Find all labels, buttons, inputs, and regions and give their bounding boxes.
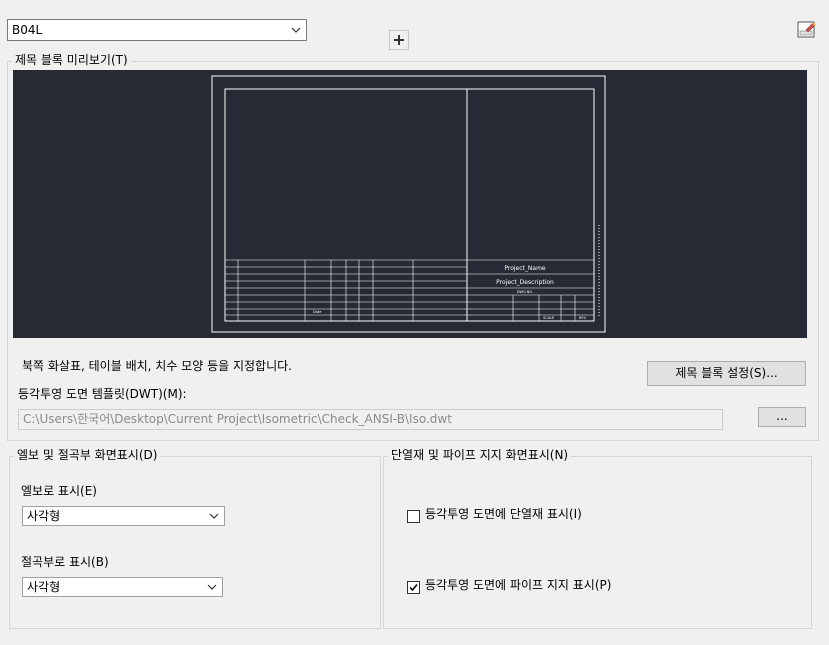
edit-title-block-button[interactable] bbox=[796, 20, 818, 40]
preview-group-title: 제목 블록 미리보기(T) bbox=[12, 53, 131, 67]
insulation-group bbox=[383, 456, 812, 629]
title-block-select[interactable]: B04L bbox=[7, 19, 307, 41]
insulation-checkbox-label: 등각투영 도면에 단열재 표시(I) bbox=[425, 507, 582, 521]
bend-display-label: 절곡부로 표시(B) bbox=[21, 555, 109, 569]
tb-rev-label: REV bbox=[579, 316, 587, 320]
plus-icon bbox=[394, 35, 404, 45]
elbow-display-value: 사각형 bbox=[27, 509, 61, 523]
tb-project-description: Project_Description bbox=[496, 279, 554, 286]
checkmark-icon bbox=[409, 584, 418, 592]
edit-drawing-icon bbox=[797, 21, 816, 38]
elbow-group-title: 엘보 및 절곡부 화면표시(D) bbox=[14, 448, 161, 462]
title-block-settings-button[interactable]: 제목 블록 설정(S)... bbox=[647, 361, 806, 386]
chevron-down-icon bbox=[207, 584, 217, 590]
template-browse-button[interactable]: ... bbox=[758, 407, 806, 427]
template-path-field[interactable]: C:\Users\한국어\Desktop\Current Project\Iso… bbox=[18, 409, 723, 430]
elbow-group bbox=[9, 456, 381, 629]
tb-project-name: Project_Name bbox=[504, 265, 546, 272]
elbow-display-select[interactable]: 사각형 bbox=[22, 506, 225, 526]
tb-date-label: Date bbox=[313, 310, 321, 314]
add-title-block-button[interactable] bbox=[389, 30, 409, 50]
tb-scale-label: SCALE bbox=[543, 316, 554, 320]
bend-display-select[interactable]: 사각형 bbox=[22, 577, 223, 597]
tb-drawing-number: DWG NO. bbox=[517, 290, 533, 294]
chevron-down-icon bbox=[291, 27, 301, 33]
elbow-display-label: 엘보로 표시(E) bbox=[21, 484, 97, 498]
pipe-support-checkbox[interactable] bbox=[407, 581, 420, 594]
bend-display-value: 사각형 bbox=[27, 580, 61, 594]
chevron-down-icon bbox=[209, 513, 219, 519]
title-block-select-value: B04L bbox=[12, 23, 43, 37]
title-block-preview: Project_Name Project_Description DWG NO.… bbox=[13, 70, 807, 338]
title-block-drawing: Project_Name Project_Description DWG NO.… bbox=[211, 75, 606, 333]
insulation-group-title: 단열재 및 파이프 지지 화면표시(N) bbox=[388, 448, 572, 462]
template-label: 등각투영 도면 템플릿(DWT)(M): bbox=[18, 387, 187, 401]
pipe-support-checkbox-label: 등각투영 도면에 파이프 지지 표시(P) bbox=[425, 578, 612, 592]
title-block-description: 북쪽 화살표, 테이블 배치, 치수 모양 등을 지정합니다. bbox=[22, 359, 292, 373]
insulation-checkbox[interactable] bbox=[407, 510, 420, 523]
